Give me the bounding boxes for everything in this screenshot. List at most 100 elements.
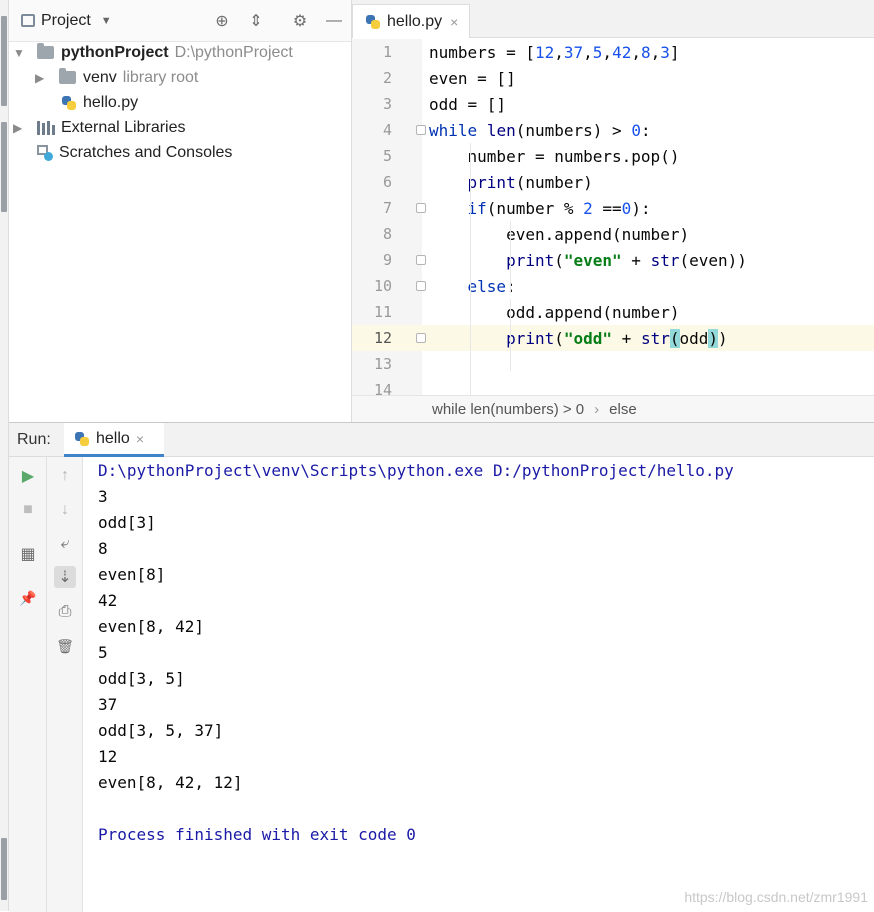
python-file-icon [365,14,381,30]
minimize-icon[interactable]: — [325,12,343,30]
soft-wrap-icon[interactable]: ⤶ [54,533,76,555]
left-tool-strip[interactable] [0,0,9,911]
close-icon[interactable]: × [136,431,144,447]
favorites-strip-label[interactable] [1,838,7,900]
fold-marker-icon[interactable] [416,281,426,291]
console-line: 42 [98,587,117,613]
project-title[interactable]: Project [41,12,91,30]
run-tab-hello[interactable]: hello × [64,423,164,457]
fold-marker-icon[interactable] [416,255,426,265]
code-text: print("even" + str(even)) [429,251,747,270]
code-line[interactable]: 8 even.append(number) [352,221,874,247]
gear-icon[interactable]: ⚙ [291,12,309,30]
code-token: + [612,329,641,348]
code-token: 37 [564,43,583,62]
console-output[interactable]: D:\pythonProject\venv\Scripts\python.exe… [98,457,874,912]
line-number: 5 [352,147,392,165]
code-token: even = [] [429,69,516,88]
file-name: hello.py [83,94,138,112]
code-token [429,329,506,348]
pin-icon[interactable]: 📌 [17,587,39,609]
tree-item-hello-py[interactable]: hello.py [61,90,138,115]
console-line: Process finished with exit code 0 [98,821,416,847]
code-line[interactable]: 13 [352,351,874,377]
code-token: + [622,251,651,270]
line-number: 8 [352,225,392,243]
code-line[interactable]: 11 odd.append(number) [352,299,874,325]
tree-item-venv[interactable]: ▶ venv library root [35,65,198,90]
print-icon[interactable]: ⎙ [54,601,76,623]
code-text: even = [] [429,69,516,88]
folder-icon [59,71,76,84]
code-line[interactable]: 14 [352,377,874,395]
console-line: even[8, 42, 12] [98,769,243,795]
code-editor[interactable]: hello.py × 1numbers = [12,37,5,42,8,3]2e… [352,0,874,422]
code-token: else [468,277,507,296]
code-token: , [583,43,593,62]
fold-marker-icon[interactable] [416,125,426,135]
run-icon[interactable]: ▶ [17,465,39,487]
code-line[interactable]: 1numbers = [12,37,5,42,8,3] [352,39,874,65]
tree-collapse-icon[interactable]: ▶ [13,121,27,135]
code-area[interactable]: 1numbers = [12,37,5,42,8,3]2even = []3od… [352,39,874,395]
console-line: 37 [98,691,117,717]
code-line[interactable]: 4while len(numbers) > 0: [352,117,874,143]
breadcrumb: while len(numbers) > 0 › else [352,395,874,422]
locate-target-icon[interactable]: ⊕ [213,12,231,30]
tree-item-root[interactable]: ▼ pythonProject D:\pythonProject [13,40,293,65]
scratches-label: Scratches and Consoles [59,144,232,162]
breadcrumb-item-else[interactable]: else [609,401,637,418]
code-token: 12 [535,43,554,62]
structure-strip-label[interactable] [1,122,7,212]
code-token: ): [631,199,650,218]
line-number: 2 [352,69,392,87]
dropdown-icon[interactable]: ▼ [101,15,112,27]
run-label: Run: [17,431,51,449]
console-line: 5 [98,639,108,665]
tree-item-external-libraries[interactable]: ▶ External Libraries [13,115,186,140]
tree-item-scratches[interactable]: Scratches and Consoles [13,140,232,165]
code-line[interactable]: 12 print("odd" + str(odd)) [352,325,874,351]
code-token: 42 [612,43,631,62]
run-header: Run: hello × [9,423,874,457]
watermark: https://blog.csdn.net/zmr1991 [684,889,868,905]
code-text: if(number % 2 ==0): [429,199,651,218]
code-token: odd [680,329,709,348]
code-line[interactable]: 7 if(number % 2 ==0): [352,195,874,221]
project-header: Project ▼ ⊕ ⇕ ⚙ — [9,0,351,42]
code-line[interactable]: 6 print(number) [352,169,874,195]
code-token: print [506,329,554,348]
fold-marker-icon[interactable] [416,333,426,343]
code-token: (number) [516,173,593,192]
layout-icon[interactable]: ▦ [17,543,39,565]
code-token: , [554,43,564,62]
code-line[interactable]: 3odd = [] [352,91,874,117]
code-text: print(number) [429,173,593,192]
up-arrow-icon[interactable]: ↑ [54,465,76,487]
code-token: even.append(number) [429,225,689,244]
fold-marker-icon[interactable] [416,203,426,213]
code-line[interactable]: 9 print("even" + str(even)) [352,247,874,273]
down-arrow-icon[interactable]: ↓ [54,499,76,521]
project-strip-label[interactable] [1,16,7,106]
line-number: 7 [352,199,392,217]
python-file-icon [74,431,90,447]
code-token: "odd" [564,329,612,348]
collapse-all-icon[interactable]: ⇕ [247,12,265,30]
code-token: (numbers) > [516,121,632,140]
code-line[interactable]: 10 else: [352,273,874,299]
stop-icon[interactable]: ■ [17,499,39,521]
code-line[interactable]: 5 number = numbers.pop() [352,143,874,169]
tab-hello-py[interactable]: hello.py × [352,4,470,38]
code-line[interactable]: 2 even = [] [352,65,874,91]
trash-icon[interactable]: 🗑 [54,635,76,657]
code-token: 0 [631,121,641,140]
code-token: 2 [583,199,593,218]
close-icon[interactable]: × [450,14,458,30]
scroll-to-end-icon[interactable]: ⇣ [54,566,76,588]
tree-collapse-icon[interactable]: ▶ [35,71,49,85]
breadcrumb-item-while[interactable]: while len(numbers) > 0 [432,401,584,418]
code-token: "even" [564,251,622,270]
library-icon [37,121,55,135]
tree-expand-icon[interactable]: ▼ [13,46,27,60]
